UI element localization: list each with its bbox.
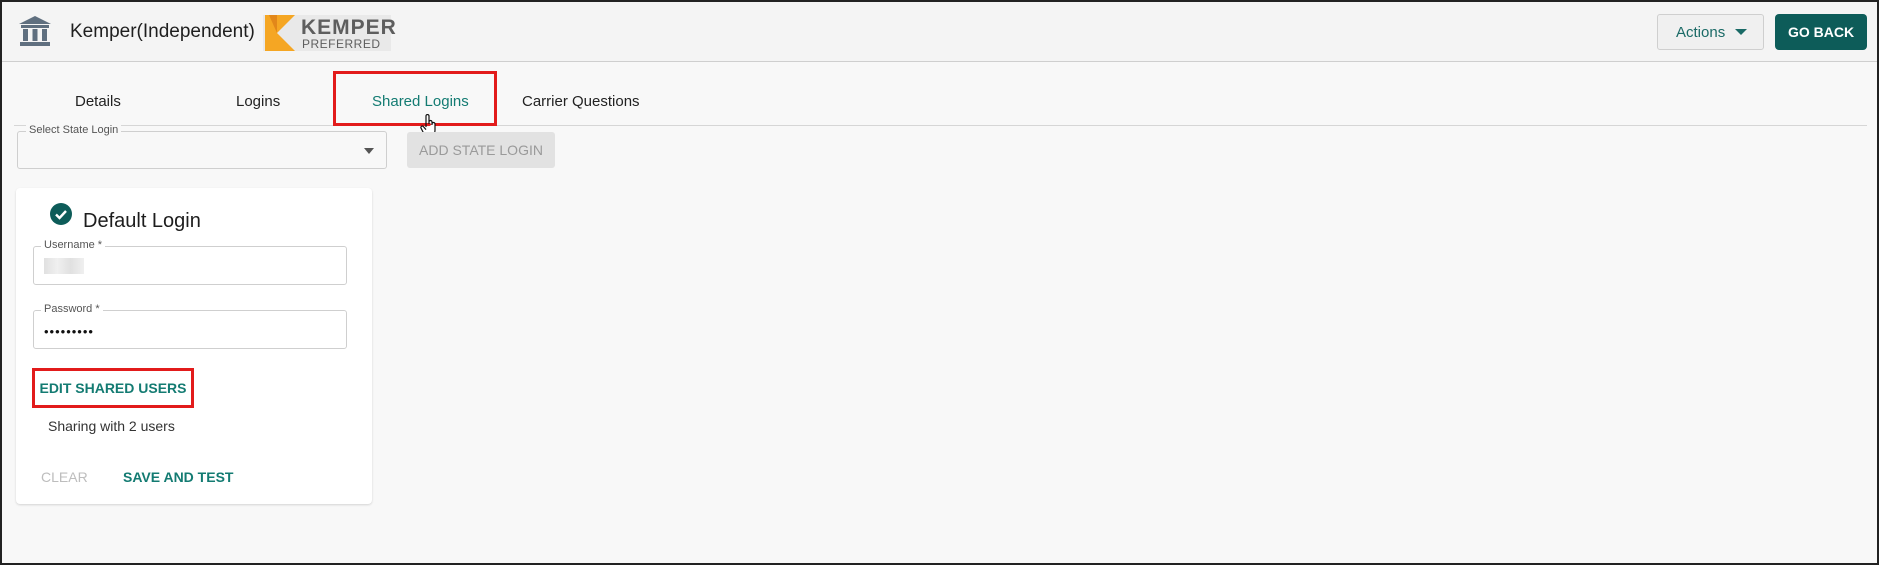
actions-label: Actions (1676, 23, 1726, 41)
default-login-card: Default Login Username * Password * ••••… (16, 188, 372, 504)
card-title: Default Login (83, 210, 201, 232)
check-circle-icon (50, 203, 72, 225)
add-state-login-button[interactable]: ADD STATE LOGIN (407, 132, 555, 168)
highlight-box (333, 71, 497, 126)
username-redacted (44, 258, 84, 274)
sharing-status: Sharing with 2 users (48, 418, 175, 434)
tab-divider (14, 125, 1867, 126)
password-field[interactable]: Password * ••••••••• (33, 303, 347, 349)
password-value: ••••••••• (44, 324, 94, 339)
username-label: Username * (41, 239, 106, 251)
tab-details[interactable]: Details (75, 93, 121, 110)
tab-bar: Details Logins Shared Logins Carrier Que… (2, 63, 1877, 125)
select-state-login-label: Select State Login (26, 124, 122, 136)
select-state-login[interactable]: Select State Login (17, 124, 387, 169)
chevron-down-icon (364, 148, 374, 154)
go-back-button[interactable]: GO BACK (1775, 14, 1867, 50)
clear-button[interactable]: CLEAR (41, 469, 88, 485)
bank-icon (19, 16, 51, 46)
actions-button[interactable]: Actions (1657, 14, 1764, 50)
edit-shared-users-button[interactable]: EDIT SHARED USERS (32, 368, 194, 408)
app-header: Kemper(Independent) KEMPER PREFERRED Act… (2, 2, 1877, 62)
username-field[interactable]: Username * (33, 239, 347, 285)
tab-carrier-questions[interactable]: Carrier Questions (522, 93, 640, 110)
kemper-logo: KEMPER PREFERRED (263, 15, 396, 51)
save-and-test-button[interactable]: SAVE AND TEST (123, 469, 233, 485)
tab-logins[interactable]: Logins (236, 93, 280, 110)
chevron-down-icon (1735, 29, 1748, 35)
password-label: Password * (41, 303, 103, 315)
agency-name: Kemper(Independent) (70, 21, 255, 42)
